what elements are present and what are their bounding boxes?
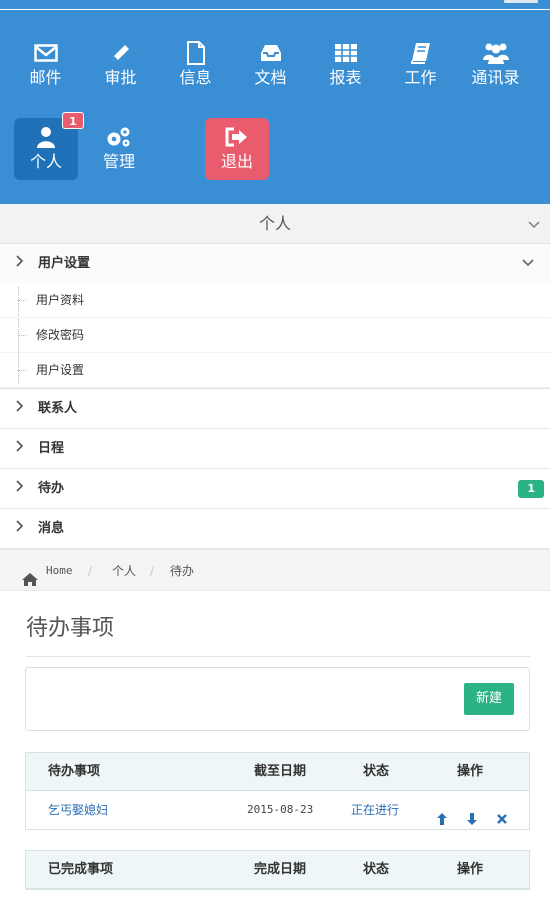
chevron-right-icon — [16, 244, 24, 284]
nav-label: 个人 — [29, 152, 62, 171]
done-table: 已完成事项 完成日期 状态 操作 — [25, 850, 530, 890]
nav-item-reports[interactable]: 报表 — [308, 40, 383, 88]
chevron-right-icon — [16, 429, 24, 469]
breadcrumb-item[interactable]: 个人 — [112, 550, 136, 592]
chevron-down-icon — [528, 204, 540, 244]
sign-out-icon — [205, 124, 269, 150]
chevron-right-icon — [16, 389, 24, 429]
menu-item-messages[interactable]: 消息 — [0, 509, 550, 549]
column-header-item: 待办事项 — [48, 764, 101, 779]
breadcrumb-home-link[interactable]: Home — [46, 550, 73, 592]
new-button[interactable]: 新建 — [464, 683, 514, 715]
mail-icon — [8, 40, 83, 66]
table-icon — [308, 40, 383, 66]
nav-item-docs[interactable]: 文档 — [233, 40, 308, 88]
table-header: 已完成事项 完成日期 状态 操作 — [26, 851, 529, 889]
inbox-icon — [233, 40, 308, 66]
todo-count-badge: 1 — [518, 480, 544, 498]
menu-item-user-settings[interactable]: 用户设置 — [0, 244, 550, 284]
nav-label: 管理 — [102, 152, 135, 171]
divider — [26, 656, 530, 657]
nav-label: 通讯录 — [471, 68, 520, 87]
submenu-label: 用户资料 — [36, 293, 85, 307]
nav-item-work[interactable]: 工作 — [383, 40, 458, 88]
todo-table: 待办事项 截至日期 状态 操作 乞丐娶媳妇 2015-08-23 正在进行 — [25, 752, 530, 830]
submenu-item-user-settings[interactable]: 用户设置 — [0, 353, 550, 388]
column-header-status: 状态 — [363, 862, 390, 877]
table-row: 乞丐娶媳妇 2015-08-23 正在进行 — [26, 791, 529, 829]
breadcrumb-current: 待办 — [170, 564, 195, 578]
breadcrumb-separator: / — [150, 564, 155, 578]
nav-row-primary: 邮件 审批 信息 文档 报表 工作 通讯录 — [8, 40, 533, 88]
nav-item-admin[interactable]: 管理 — [84, 118, 154, 180]
submenu-item-change-password[interactable]: 修改密码 — [0, 318, 550, 353]
arrow-down-icon[interactable] — [465, 803, 479, 825]
column-header-item: 已完成事项 — [48, 862, 114, 877]
submenu-label: 修改密码 — [36, 328, 85, 342]
menu-toggle-button[interactable] — [504, 0, 538, 3]
users-icon — [458, 40, 533, 66]
submenu-label: 用户设置 — [36, 363, 85, 377]
nav-row-secondary: 1 个人 管理 退出 — [8, 112, 269, 180]
nav-tile-personal[interactable]: 1 个人 — [14, 112, 84, 180]
delete-icon[interactable] — [495, 803, 509, 824]
due-date: 2015-08-23 — [247, 803, 314, 816]
section-header[interactable]: 个人 — [0, 204, 550, 244]
submenu-user-settings: 用户资料 修改密码 用户设置 — [0, 283, 550, 389]
section-title: 个人 — [258, 214, 291, 233]
document-icon — [158, 40, 233, 66]
nav-item-contacts[interactable]: 通讯录 — [458, 40, 533, 88]
status-link[interactable]: 正在进行 — [351, 791, 399, 829]
menu-label: 待办 — [38, 481, 65, 496]
breadcrumb-separator: / — [88, 564, 93, 578]
menu-label: 消息 — [38, 521, 65, 536]
chevron-right-icon — [16, 469, 24, 509]
todo-item-link[interactable]: 乞丐娶媳妇 — [48, 791, 108, 829]
arrow-up-icon[interactable] — [435, 803, 449, 825]
nav-label: 邮件 — [29, 68, 62, 87]
chevron-right-icon — [16, 509, 24, 549]
page-title: 待办事项 — [26, 616, 115, 641]
column-header-actions: 操作 — [457, 764, 484, 779]
nav-label: 审批 — [104, 68, 137, 87]
nav-item-mail[interactable]: 邮件 — [8, 40, 83, 88]
nav-item-info[interactable]: 信息 — [158, 40, 233, 88]
menu-label: 联系人 — [38, 401, 78, 416]
cogs-icon — [84, 124, 154, 150]
nav-label: 文档 — [254, 68, 287, 87]
menu-item-contacts[interactable]: 联系人 — [0, 389, 550, 429]
table-header: 待办事项 截至日期 状态 操作 — [26, 753, 529, 791]
breadcrumb: Home / 个人 / 待办 — [0, 549, 550, 591]
nav-label: 报表 — [329, 68, 362, 87]
home-icon[interactable] — [21, 562, 39, 604]
chevron-down-icon — [522, 244, 534, 284]
notification-badge: 1 — [62, 112, 84, 129]
menu-label: 用户设置 — [38, 256, 91, 271]
pencil-icon — [83, 40, 158, 66]
menu-item-schedule[interactable]: 日程 — [0, 429, 550, 469]
book-icon — [383, 40, 458, 66]
column-header-date: 完成日期 — [254, 862, 307, 877]
top-bar — [0, 0, 550, 10]
nav-label: 工作 — [404, 68, 437, 87]
column-header-date: 截至日期 — [254, 764, 307, 779]
menu-item-todo[interactable]: 待办 1 — [0, 469, 550, 509]
nav-item-approval[interactable]: 审批 — [83, 40, 158, 88]
toolbar-box: 新建 — [25, 667, 530, 731]
nav-panel: 邮件 审批 信息 文档 报表 工作 通讯录 1 个人 管理 退出 — [0, 10, 550, 204]
column-header-status: 状态 — [363, 764, 390, 779]
column-header-actions: 操作 — [457, 862, 484, 877]
menu-label: 日程 — [38, 441, 65, 456]
nav-tile-logout[interactable]: 退出 — [205, 118, 269, 180]
nav-label: 信息 — [179, 68, 212, 87]
submenu-item-profile[interactable]: 用户资料 — [0, 283, 550, 318]
nav-label: 退出 — [220, 152, 253, 171]
